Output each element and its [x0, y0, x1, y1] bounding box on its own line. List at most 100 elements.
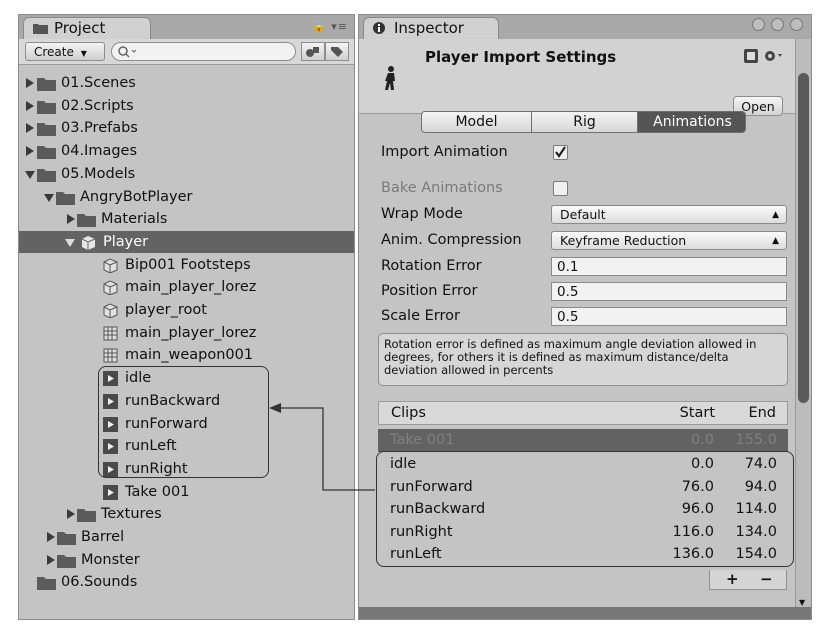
clip-start: 0.0 [690, 432, 714, 448]
expand-arrow-icon[interactable] [47, 532, 55, 542]
add-clip-button[interactable]: + [726, 570, 739, 588]
folder-icon [56, 191, 75, 205]
clips-column-end: End [748, 405, 776, 421]
anim-compression-value: Keyframe Reduction [560, 233, 687, 248]
tree-item-prefabs[interactable]: 03.Prefabs [19, 117, 354, 139]
tree-item-label: Textures [101, 506, 162, 523]
tab-project[interactable]: Project [23, 17, 151, 39]
tree-item-barrel[interactable]: Barrel [19, 526, 354, 548]
tree-item-label: AngryBotPlayer [80, 188, 193, 205]
tree-item-clip-take001[interactable]: Take 001 [19, 481, 354, 503]
open-label: Open [741, 99, 775, 114]
inspector-panel: Inspector Player Import Settings Open Mo… [358, 14, 812, 620]
tree-item-materials[interactable]: Materials [19, 208, 354, 230]
tab-inspector[interactable]: Inspector [363, 17, 499, 39]
tree-item-scripts[interactable]: 02.Scripts [19, 95, 354, 117]
tab-animations[interactable]: Animations [638, 112, 745, 132]
player-figure-icon [385, 66, 395, 90]
select-arrows-icon: ▲ [772, 236, 779, 246]
tree-item-models[interactable]: 05.Models [19, 163, 354, 185]
tree-item-sounds[interactable]: 06.Sounds [19, 571, 354, 593]
bake-animations-label: Bake Animations [381, 180, 503, 196]
mesh-icon [103, 258, 118, 273]
folder-icon [57, 532, 76, 545]
expand-arrow-icon[interactable] [67, 214, 75, 225]
tab-project-label: Project [54, 19, 106, 37]
tree-item-scenes[interactable]: 01.Scenes [19, 72, 354, 94]
window-close-icon[interactable] [752, 18, 765, 31]
tab-rig[interactable]: Rig [532, 112, 638, 132]
help-book-icon[interactable] [743, 48, 759, 64]
position-error-field[interactable]: 0.5 [551, 282, 787, 301]
folder-icon [37, 100, 56, 114]
scroll-down-icon[interactable]: ▼ [799, 598, 805, 607]
inspector-scrollbar[interactable]: ▼ [795, 39, 811, 609]
expand-arrow-icon[interactable] [67, 509, 75, 520]
tree-item-player[interactable]: Player [19, 230, 354, 253]
grid-mesh-icon [103, 348, 118, 363]
tree-item-main-player-lorez-grid[interactable]: main_player_lorez [19, 322, 354, 344]
import-settings-title: Player Import Settings [425, 48, 617, 66]
tree-item-player-root[interactable]: player_root [19, 299, 354, 321]
collapse-arrow-icon[interactable] [44, 193, 54, 202]
folder-icon [37, 168, 56, 182]
tree-item-label: Bip001 Footsteps [125, 256, 251, 273]
tree-item-label: 02.Scripts [61, 97, 134, 114]
wrap-mode-select[interactable]: Default ▲ [551, 205, 787, 224]
clip-row[interactable]: Take 001 0.0 155.0 [378, 429, 788, 452]
inspector-tab-bar: Inspector [359, 15, 811, 39]
panel-menu-icon[interactable]: 🔒 ▾≡ [312, 20, 348, 33]
scale-error-field[interactable]: 0.5 [551, 307, 787, 326]
create-label: Create [34, 45, 74, 59]
create-button[interactable]: Create ▼ [25, 42, 105, 61]
filter-by-type-button[interactable] [301, 42, 325, 61]
position-error-label: Position Error [381, 283, 478, 299]
tree-item-textures[interactable]: Textures [19, 503, 354, 525]
scale-error-label: Scale Error [381, 308, 460, 324]
tab-model[interactable]: Model [422, 112, 532, 132]
anim-compression-select[interactable]: Keyframe Reduction ▲ [551, 231, 787, 250]
tree-item-label: 06.Sounds [61, 574, 138, 591]
expand-arrow-icon[interactable] [47, 554, 55, 565]
checkmark-icon [555, 146, 566, 158]
tree-item-label: Barrel [81, 529, 125, 545]
search-input[interactable] [111, 42, 296, 61]
bake-animations-checkbox[interactable] [553, 181, 568, 196]
expand-arrow-icon[interactable] [26, 78, 34, 88]
tree-item-main-weapon001[interactable]: main_weapon001 [19, 344, 354, 366]
remove-clip-button[interactable]: − [760, 570, 773, 588]
collapse-arrow-icon[interactable] [25, 170, 35, 179]
clip-name: Take 001 [390, 432, 455, 448]
tree-item-label: Monster [81, 551, 140, 568]
expand-arrow-icon[interactable] [26, 123, 34, 134]
inspector-bottom-bar [359, 607, 811, 619]
anim-compression-label: Anim. Compression [381, 232, 522, 248]
gear-icon[interactable] [763, 48, 785, 64]
collapse-arrow-icon[interactable] [65, 238, 75, 247]
tree-item-main-player-lorez-mesh[interactable]: main_player_lorez [19, 276, 354, 298]
select-arrows-icon: ▲ [772, 210, 779, 220]
expand-arrow-icon[interactable] [26, 100, 34, 111]
expand-arrow-icon[interactable] [26, 146, 34, 157]
clip-add-remove: + − [709, 570, 787, 590]
import-animation-checkbox[interactable] [553, 145, 568, 160]
model-icon [81, 235, 96, 250]
filter-by-label-button[interactable] [325, 42, 349, 61]
tree-item-monster[interactable]: Monster [19, 549, 354, 571]
window-minimize-icon[interactable] [771, 18, 784, 31]
clips-column-name: Clips [391, 405, 426, 421]
tag-icon [331, 47, 343, 57]
import-tabs: Model Rig Animations [421, 111, 746, 133]
scrollbar-thumb[interactable] [798, 73, 809, 403]
window-zoom-icon[interactable] [790, 18, 803, 31]
folder-icon [77, 509, 96, 523]
project-tab-bar: Project 🔒 ▾≡ [19, 15, 354, 39]
search-icon [118, 46, 137, 58]
help-box: Rotation error is defined as maximum ang… [378, 333, 788, 386]
clips-highlight-box [376, 451, 794, 567]
folder-icon [37, 78, 56, 91]
tree-item-images[interactable]: 04.Images [19, 140, 354, 162]
tree-item-bip001-footsteps[interactable]: Bip001 Footsteps [19, 254, 354, 276]
rotation-error-field[interactable]: 0.1 [551, 257, 787, 276]
tree-item-angrybotplayer[interactable]: AngryBotPlayer [19, 186, 354, 208]
